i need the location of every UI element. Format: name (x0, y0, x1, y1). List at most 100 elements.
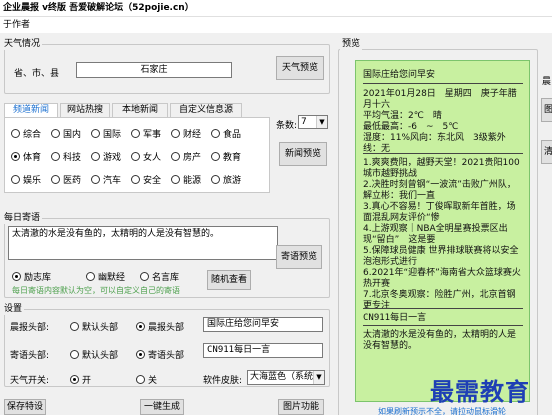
radio-label: 游戏 (103, 153, 122, 163)
skin-label: 软件皮肤: (203, 376, 243, 386)
radio-circle (51, 129, 60, 138)
radio-circle (136, 350, 145, 359)
news-category-radio[interactable]: 军事 (131, 127, 161, 140)
weather-preview-button[interactable]: 天气预览 (276, 56, 324, 80)
quote-header-input[interactable]: CN911每日一言 (203, 343, 323, 358)
quote-header-value: CN911每日一言 (207, 345, 271, 355)
news-category-radio[interactable]: 体育 (11, 150, 41, 163)
chevron-down-icon: ▼ (313, 371, 324, 384)
radio-circle (11, 152, 20, 161)
news-tab[interactable]: 本地新闻 (112, 103, 168, 117)
quote-group-label: 每日寄语 (2, 213, 43, 224)
radio-circle (86, 272, 95, 281)
radio-label: 房产 (183, 153, 202, 163)
preview-panel: 国际庄给您问早安 2021年01月28日 星期四 庚子年腊月十六 平均气温：2℃… (355, 60, 530, 402)
news-category-radio[interactable]: 游戏 (91, 150, 121, 163)
quote-header-radio[interactable]: 寄语头部 (136, 348, 184, 361)
radio-circle (171, 152, 180, 161)
radio-label: 国内 (63, 130, 82, 140)
weather-group-label: 天气情况 (2, 39, 43, 50)
save-settings-button[interactable]: 保存特设 (4, 399, 46, 415)
news-tab[interactable]: 自定义信息源 (170, 103, 242, 117)
quote-header-radio[interactable]: 默认头部 (70, 348, 118, 361)
radio-circle (136, 322, 145, 331)
news-category-radio[interactable]: 医药 (51, 173, 81, 186)
radio-circle (91, 175, 100, 184)
menu-author-label: 于作者 (3, 20, 31, 30)
quote-source-radio[interactable]: 名言库 (140, 270, 179, 283)
news-category-radio[interactable]: 房产 (171, 150, 201, 163)
news-category-radio[interactable]: 国际 (91, 127, 121, 140)
radio-circle (51, 152, 60, 161)
region-value: 石家庄 (140, 65, 168, 75)
preview-divider (363, 325, 523, 326)
news-tab[interactable]: 网站热搜 (60, 103, 110, 117)
news-tab[interactable]: 频道新闻 (4, 103, 58, 118)
radio-label: 汽车 (103, 176, 122, 186)
radio-label: 默认头部 (82, 351, 119, 361)
image-function-button[interactable]: 图片功能 (278, 399, 324, 415)
preview-divider (363, 83, 523, 84)
radio-circle (136, 375, 145, 384)
news-category-radio[interactable]: 娱乐 (11, 173, 41, 186)
news-category-radio[interactable]: 旅游 (211, 173, 241, 186)
radio-circle (211, 175, 220, 184)
news-count-select[interactable]: 7 ▼ (298, 115, 328, 129)
preview-weather: 2021年01月28日 星期四 庚子年腊月十六 平均气温：2℃ 晴 最低最高：-… (363, 89, 517, 154)
radio-label: 励志库 (24, 273, 52, 283)
menu-author[interactable]: 于作者 (0, 17, 552, 33)
news-preview-button[interactable]: 新闻预览 (279, 142, 327, 166)
radio-circle (91, 152, 100, 161)
news-category-radio[interactable]: 国内 (51, 127, 81, 140)
radio-circle (131, 129, 140, 138)
news-category-radio[interactable]: 财经 (171, 127, 201, 140)
news-category-radio[interactable]: 综合 (11, 127, 41, 140)
quote-text: 太清澈的水是没有鱼的，太精明的人是没有智慧的。 (12, 229, 220, 239)
morning-header-input[interactable]: 国际庄给您问早安 (203, 317, 323, 332)
morning-header-label: 晨报头部: (10, 323, 50, 333)
side-button-image[interactable]: 图 (541, 98, 552, 122)
quote-preview-button[interactable]: 寄语预览 (276, 245, 322, 269)
radio-circle (70, 350, 79, 359)
weather-switch-radio[interactable]: 关 (136, 373, 157, 386)
news-category-radio[interactable]: 汽车 (91, 173, 121, 186)
radio-label: 食品 (223, 130, 242, 140)
radio-circle (211, 152, 220, 161)
side-button-clear[interactable]: 清 (541, 140, 552, 164)
morning-header-radio[interactable]: 晨报头部 (136, 320, 184, 333)
window-title: 企业晨报 v终版 吾爱破解论坛（52pojie.cn） (0, 0, 552, 17)
radio-circle (171, 129, 180, 138)
generate-button[interactable]: 一键生成 (140, 399, 184, 415)
news-tab-panel: 综合 国内 国际 军事 财经 食品体育 科技 游戏 女人 房产 教育娱乐 医药 汽车 安全 能源 旅游 (4, 117, 270, 193)
news-category-radio[interactable]: 食品 (211, 127, 241, 140)
quote-note: 每日寄语内容默认为空，可以自定义自己的寄语 (12, 286, 180, 295)
random-quote-button[interactable]: 随机查看 (207, 270, 251, 290)
radio-label: 科技 (63, 153, 82, 163)
radio-label: 女人 (143, 153, 162, 163)
weather-switch-label: 天气开关: (10, 376, 50, 386)
news-category-radio[interactable]: 科技 (51, 150, 81, 163)
skin-select[interactable]: 大海蓝色（系统 ▼ (247, 370, 325, 385)
news-category-radio[interactable]: 女人 (131, 150, 161, 163)
radio-label: 幽默经 (98, 273, 126, 283)
morning-header-radio[interactable]: 默认头部 (70, 320, 118, 333)
radio-circle (91, 129, 100, 138)
preview-title: 国际庄给您问早安 (363, 70, 436, 80)
region-input[interactable]: 石家庄 (76, 62, 232, 78)
preview-group-label: 预览 (340, 39, 363, 50)
watermark-logo: 最需教育 (430, 377, 530, 406)
preview-divider (363, 308, 523, 309)
chevron-down-icon: ▼ (316, 116, 327, 128)
quote-source-radio[interactable]: 幽默经 (86, 270, 125, 283)
quote-textarea[interactable]: 太清澈的水是没有鱼的，太精明的人是没有智慧的。 (8, 226, 278, 260)
weather-switch-radio[interactable]: 开 (70, 373, 91, 386)
quote-source-radio[interactable]: 励志库 (12, 270, 51, 283)
news-category-radio[interactable]: 能源 (171, 173, 201, 186)
radio-circle (11, 129, 20, 138)
radio-label: 医药 (63, 176, 82, 186)
quote-header-label: 寄语头部: (10, 351, 50, 361)
news-category-radio[interactable]: 教育 (211, 150, 241, 163)
region-label: 省、市、县 (14, 69, 60, 79)
news-category-radio[interactable]: 安全 (131, 173, 161, 186)
radio-label: 财经 (183, 130, 202, 140)
